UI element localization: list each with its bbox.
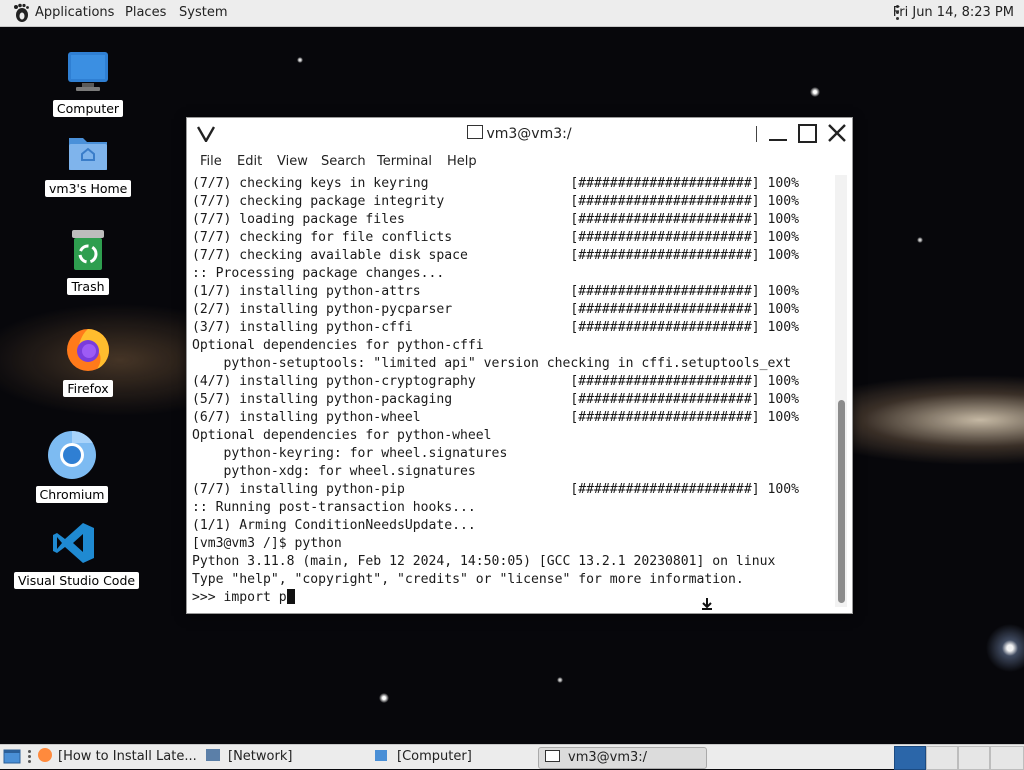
menu-terminal[interactable]: Terminal: [377, 154, 432, 169]
desktop-icon-label: Chromium: [35, 486, 109, 503]
taskbar: [How to Install Late... [Network] [Compu…: [0, 744, 1024, 770]
text-cursor: [286, 589, 295, 604]
minimize-icon[interactable]: [769, 139, 787, 141]
menu-file[interactable]: File: [200, 154, 222, 169]
workspace-3[interactable]: [958, 746, 990, 770]
terminal-output[interactable]: (7/7) checking keys in keyring [########…: [192, 175, 832, 607]
menu-help[interactable]: Help: [447, 154, 477, 169]
monitor-icon: [68, 52, 108, 91]
task-network[interactable]: [Network]: [206, 747, 366, 767]
terminal-line: (3/7) installing python-cffi [##########…: [192, 320, 799, 335]
menu-bar: File Edit View Search Terminal Help: [187, 150, 852, 174]
window-title-text: vm3@vm3:/: [486, 126, 572, 142]
clock[interactable]: Fri Jun 14, 8:23 PM: [893, 5, 1014, 20]
task-label: [Computer]: [397, 749, 472, 764]
computer-icon: [375, 750, 387, 761]
terminal-line: >>> import p: [192, 589, 832, 607]
scrollbar[interactable]: [835, 175, 847, 607]
desktop-icon-label: vm3's Home: [45, 180, 132, 197]
terminal-line: python-xdg: for wheel.signatures: [192, 464, 476, 479]
desktop-icon-firefox[interactable]: Firefox: [48, 326, 128, 397]
terminal-line: (7/7) loading package files [###########…: [192, 212, 799, 227]
menu-search[interactable]: Search: [321, 154, 366, 169]
terminal-line: Python 3.11.8 (main, Feb 12 2024, 14:50:…: [192, 554, 776, 569]
terminal-line: (7/7) installing python-pip [###########…: [192, 482, 799, 497]
system-menu[interactable]: System: [179, 5, 227, 20]
terminal-line: (1/1) Arming ConditionNeedsUpdate...: [192, 518, 476, 533]
network-icon: [206, 749, 220, 761]
terminal-line: Optional dependencies for python-cffi: [192, 338, 484, 353]
applications-menu[interactable]: Applications: [35, 5, 114, 20]
window-title: vm3@vm3:/: [187, 125, 852, 142]
chromium-icon: [48, 431, 96, 479]
desktop-icon-label: Trash: [67, 278, 109, 295]
terminal-line: [vm3@vm3 /]$ python: [192, 536, 342, 551]
terminal-icon: [545, 750, 560, 762]
desktop-icon-label: Visual Studio Code: [14, 572, 140, 589]
task-computer[interactable]: [Computer]: [375, 747, 535, 767]
home-folder-icon: [69, 138, 107, 170]
close-icon[interactable]: [827, 123, 847, 143]
task-label: vm3@vm3:/: [568, 750, 648, 765]
workspace-2[interactable]: [926, 746, 958, 770]
desktop-icon-home[interactable]: vm3's Home: [45, 130, 132, 197]
title-bar[interactable]: vm3@vm3:/: [187, 118, 852, 149]
menu-view[interactable]: View: [277, 154, 308, 169]
terminal-line: (7/7) checking keys in keyring [########…: [192, 176, 799, 191]
terminal-line: (4/7) installing python-cryptography [##…: [192, 374, 799, 389]
menu-edit[interactable]: Edit: [237, 154, 262, 169]
places-menu[interactable]: Places: [125, 5, 166, 20]
terminal-line: Type "help", "copyright", "credits" or "…: [192, 572, 744, 587]
vscode-icon: [53, 523, 94, 563]
terminal-line: :: Running post-transaction hooks...: [192, 500, 476, 515]
terminal-line: python-keyring: for wheel.signatures: [192, 446, 508, 461]
desktop-icon-vscode[interactable]: Visual Studio Code: [14, 520, 140, 589]
terminal-line: (7/7) checking for file conflicts [#####…: [192, 230, 799, 245]
desktop-icon-label: Computer: [52, 100, 124, 117]
top-panel: Applications Places System Fri Jun 14, 8…: [0, 0, 1024, 27]
terminal-line: python-setuptools: "limited api" version…: [192, 356, 792, 371]
workspace-1[interactable]: [894, 746, 926, 770]
terminal-line: (2/7) installing python-pycparser [#####…: [192, 302, 799, 317]
maximize-icon[interactable]: [798, 124, 817, 143]
desktop-icon-chromium[interactable]: Chromium: [32, 430, 112, 503]
desktop-icon-trash[interactable]: Trash: [48, 228, 128, 295]
terminal-line: Optional dependencies for python-wheel: [192, 428, 492, 443]
terminal-line: (1/7) installing python-attrs [#########…: [192, 284, 799, 299]
mouse-cursor-icon: [702, 598, 712, 610]
scrollbar-thumb[interactable]: [838, 400, 845, 603]
trash-icon: [72, 230, 104, 270]
terminal-line: (7/7) checking package integrity [######…: [192, 194, 799, 209]
task-label: [Network]: [228, 749, 293, 764]
task-label: [How to Install Late...: [58, 749, 197, 764]
taskbar-handle-icon: [28, 750, 31, 764]
gnome-foot-icon[interactable]: [11, 3, 31, 23]
terminal-window[interactable]: vm3@vm3:/ File Edit View Search Terminal…: [186, 117, 853, 614]
terminal-line: (5/7) installing python-packaging [#####…: [192, 392, 799, 407]
desktop-icon-computer[interactable]: Computer: [48, 50, 128, 117]
desktop-icon-label: Firefox: [63, 380, 113, 397]
workspace-4[interactable]: [990, 746, 1024, 770]
terminal-line: (7/7) checking available disk space [###…: [192, 248, 799, 263]
terminal-line: (6/7) installing python-wheel [#########…: [192, 410, 799, 425]
firefox-icon: [67, 329, 110, 371]
terminal-line: :: Processing package changes...: [192, 266, 445, 281]
terminal-icon: [467, 125, 484, 139]
firefox-icon: [38, 748, 52, 762]
titlebar-divider: [756, 126, 757, 142]
task-terminal[interactable]: vm3@vm3:/: [538, 747, 707, 769]
show-desktop-icon[interactable]: [3, 748, 21, 766]
task-firefox[interactable]: [How to Install Late...: [38, 747, 198, 767]
